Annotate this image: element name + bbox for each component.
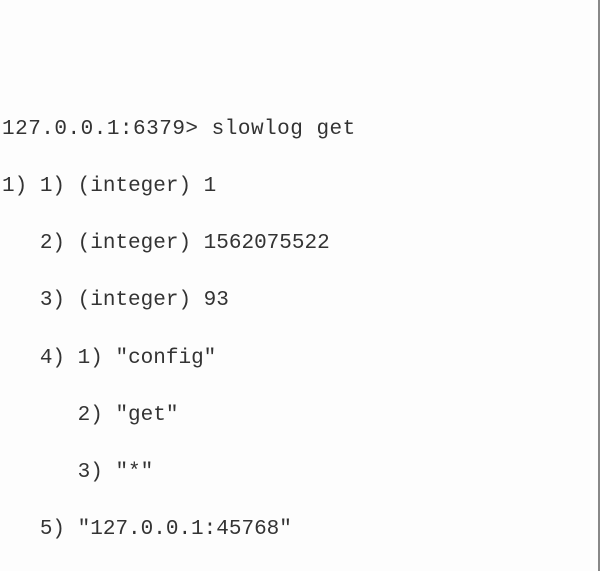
- sub-val: "get": [115, 404, 178, 427]
- sub-idx: 3): [78, 461, 103, 484]
- field-idx: 4): [40, 347, 65, 370]
- entry-line: 3) (integer) 93: [2, 287, 598, 316]
- entry-line: 1) 1) (integer) 1: [2, 173, 598, 202]
- field-val: (integer) 1562075522: [78, 232, 330, 255]
- field-val: (integer) 1: [78, 175, 217, 198]
- field-idx: 3): [40, 289, 65, 312]
- field-idx: 2): [40, 232, 65, 255]
- field-idx: 1): [40, 175, 65, 198]
- outer-idx: 1): [2, 175, 27, 198]
- entry-line: 5) "127.0.0.1:45768": [2, 516, 598, 545]
- field-val: "127.0.0.1:45768": [78, 518, 292, 541]
- entry-line: 2) (integer) 1562075522: [2, 230, 598, 259]
- sub-idx: 2): [78, 404, 103, 427]
- entry-line: 4) 1) "config": [2, 345, 598, 374]
- prompt: 127.0.0.1:6379>: [2, 118, 212, 141]
- prompt-line[interactable]: 127.0.0.1:6379> slowlog get: [2, 116, 598, 145]
- sub-val: "config": [115, 347, 216, 370]
- sub-val: "*": [115, 461, 153, 484]
- field-idx: 5): [40, 518, 65, 541]
- sub-idx: 1): [78, 347, 103, 370]
- entry-line: 2) "get": [2, 402, 598, 431]
- entry-line: 3) "*": [2, 459, 598, 488]
- field-val: (integer) 93: [78, 289, 229, 312]
- command-text: slowlog get: [212, 118, 356, 141]
